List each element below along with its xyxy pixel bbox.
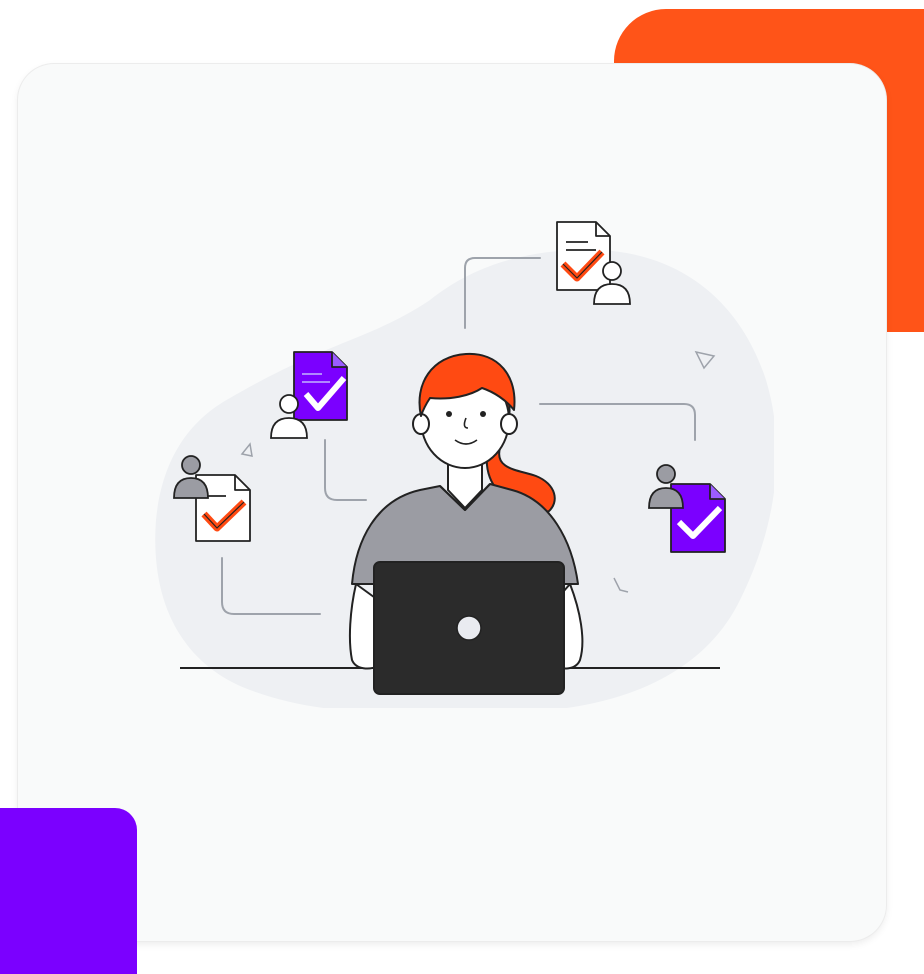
accent-square-purple <box>0 808 137 974</box>
document-check-icon-purple-left <box>293 351 348 421</box>
laptop-icon <box>373 561 565 695</box>
illustration <box>155 221 774 708</box>
document-check-icon-top <box>556 221 611 291</box>
laptop-logo <box>456 615 482 641</box>
